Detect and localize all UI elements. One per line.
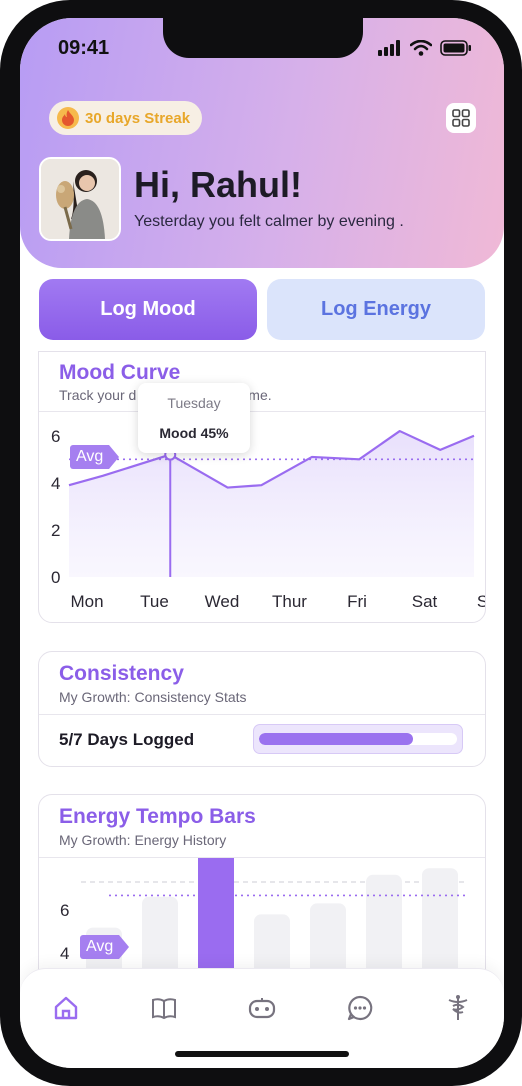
tooltip-value: Mood 45% [159,425,229,441]
days-logged-label: 5/7 Days Logged [59,730,195,749]
energy-title: Energy Tempo Bars [59,805,256,828]
mood-xtick: Fri [347,592,367,611]
progress-track-inner [259,733,457,745]
status-icons [378,38,472,58]
journal-icon[interactable] [149,993,179,1023]
avatar-photo [41,159,119,239]
greeting-title: Hi, Rahul! [134,164,302,205]
grid-menu-button[interactable] [446,103,476,133]
flame-icon [57,107,79,129]
energy-subtitle: My Growth: Energy History [59,832,227,848]
mood-area [69,431,474,577]
signal-icon [378,40,400,56]
chat-icon[interactable] [345,993,375,1023]
mood-xtick: Sun [477,592,485,611]
streak-label: 30 days Streak [85,109,191,127]
game-icon[interactable] [247,993,277,1023]
mood-ytick: 0 [51,568,60,587]
mood-xtick: Mon [70,592,103,611]
energy-avg-label: Avg [80,935,130,959]
consistency-divider [39,714,485,715]
progress-fill [259,733,414,745]
home-indicator [175,1051,349,1057]
consistency-subtitle: My Growth: Consistency Stats [59,689,247,705]
energy-ytick: 4 [60,944,69,963]
wifi-icon [410,40,432,56]
log-energy-button[interactable]: Log Energy [267,279,485,340]
mood-xtick: Sat [412,592,438,611]
consistency-card: Consistency My Growth: Consistency Stats… [38,651,486,767]
mood-chart[interactable]: 6 4 2 0 Mon Tue Wed Thur Fri Sat Sun [39,412,485,622]
mood-ytick: 4 [51,474,60,493]
mood-ytick: 2 [51,521,60,540]
log-mood-button[interactable]: Log Mood [39,279,257,340]
health-icon[interactable] [443,993,473,1023]
home-icon[interactable] [51,993,81,1023]
screen: 09:41 30 days Streak Hi, Rahul! Yesterda… [20,18,504,1068]
energy-ytick: 6 [60,901,69,920]
mood-xtick: Wed [205,592,240,611]
energy-card: Energy Tempo Bars My Growth: Energy Hist… [38,794,486,996]
mood-ytick: 6 [51,427,60,446]
camera-notch [163,18,363,58]
tooltip-day: Tuesday [167,395,221,411]
phone-frame: 09:41 30 days Streak Hi, Rahul! Yesterda… [0,0,522,1086]
mood-tooltip: Tuesday Mood 45% [138,383,250,453]
mood-xtick: Tue [140,592,169,611]
consistency-title: Consistency [59,662,184,685]
mood-xtick: Thur [272,592,307,611]
status-time: 09:41 [58,37,110,59]
greeting-subtitle: Yesterday you felt calmer by evening . [134,213,404,230]
battery-icon [440,40,471,56]
mood-avg-label: Avg [70,445,120,469]
streak-badge[interactable]: 30 days Streak [49,101,203,135]
avatar[interactable] [39,157,121,241]
grid-icon [452,109,470,127]
consistency-progress [253,724,463,754]
mood-curve-card: Mood Curve Track your d me. 6 4 2 0 Mon Tue Wed… [38,351,486,623]
mood-curve-title: Mood Curve [59,361,181,384]
